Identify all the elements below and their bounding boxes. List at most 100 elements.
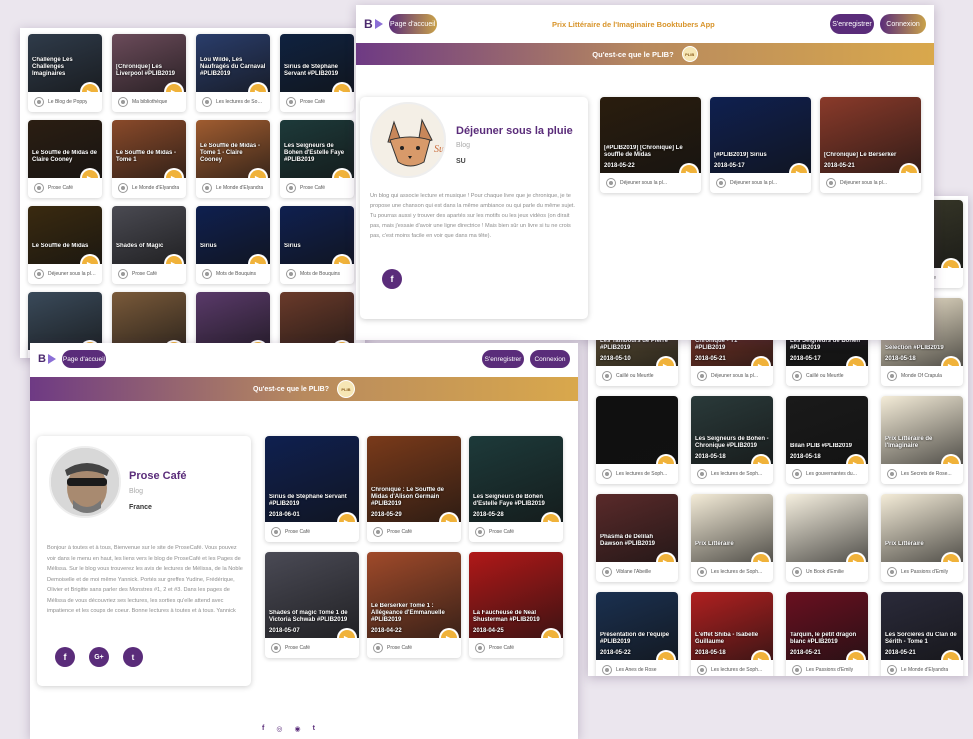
- play-badge-icon[interactable]: ▶: [166, 170, 182, 178]
- book-cover[interactable]: Les Seigneurs de Bohen - Chronique #PLIB…: [691, 396, 773, 464]
- register-button[interactable]: S'enregistrer: [482, 350, 524, 368]
- book-card[interactable]: La Faucheuse de Neal Shusterman #PLIB201…: [469, 552, 563, 658]
- book-card[interactable]: Le Souffle de Midas de Claire Cooney ▶ Pro…: [28, 120, 102, 198]
- book-card[interactable]: Présentation de l'équipe #PLIB2019 2018-0…: [596, 592, 678, 676]
- book-card[interactable]: Sirius de Stéphane Servant #PLIB2019 2018…: [265, 436, 359, 542]
- book-cover[interactable]: Sirius ▶: [196, 206, 270, 264]
- play-badge-icon[interactable]: ▶: [681, 165, 697, 173]
- book-card[interactable]: Les Seigneurs de Bohen d'Estelle Faye #P…: [469, 436, 563, 542]
- google-plus-button[interactable]: G+: [89, 647, 109, 667]
- book-cover[interactable]: Shades of magic Tome 1 de Victoria Schwa…: [265, 552, 359, 638]
- facebook-button[interactable]: f: [382, 269, 402, 289]
- play-badge-icon[interactable]: ▶: [82, 84, 98, 92]
- book-card[interactable]: Tarquin, le petit dragon blanc #PLIB2019…: [786, 592, 868, 676]
- play-badge-icon[interactable]: ▶: [658, 652, 674, 660]
- play-badge-icon[interactable]: ▶: [848, 456, 864, 464]
- play-badge-icon[interactable]: ▶: [901, 165, 917, 173]
- book-card[interactable]: Le Souffle de Midas ▶ Déjeuner sous la plu…: [28, 206, 102, 284]
- book-card[interactable]: ▶ Un Book d'Emilie: [786, 494, 868, 582]
- plib-banner[interactable]: Qu'est-ce que le PLIB? PLIB: [356, 43, 934, 65]
- book-cover[interactable]: Prix Littéraire ▶: [881, 494, 963, 562]
- play-badge-icon[interactable]: ▶: [943, 456, 959, 464]
- play-badge-icon[interactable]: ▶: [753, 358, 769, 366]
- book-cover[interactable]: Phasma de Delilah Dawson #PLIB2019 ▶: [596, 494, 678, 562]
- play-badge-icon[interactable]: ▶: [753, 456, 769, 464]
- play-badge-icon[interactable]: ▶: [334, 256, 350, 264]
- play-badge-icon[interactable]: ▶: [791, 165, 807, 173]
- play-badge-icon[interactable]: ▶: [334, 84, 350, 92]
- book-cover[interactable]: [Chronique] Le Berserker 2018-05-21 ▶: [820, 97, 921, 173]
- play-badge-icon[interactable]: ▶: [441, 630, 457, 638]
- book-cover[interactable]: [#PLIB2019] Sirius 2018-05-17 ▶: [710, 97, 811, 173]
- book-cover[interactable]: ▶: [28, 292, 102, 350]
- play-badge-icon[interactable]: ▶: [82, 256, 98, 264]
- book-cover[interactable]: Les Seigneurs de Bohen d'Estelle Faye #P…: [280, 120, 354, 178]
- book-cover[interactable]: L'effet Shiba - Isabelle Guillaume 2018-0…: [691, 592, 773, 660]
- play-badge-icon[interactable]: ▶: [753, 554, 769, 562]
- book-cover[interactable]: ▶: [112, 292, 186, 350]
- book-card[interactable]: [#PLIB2019] Sirius 2018-05-17 ▶ Déjeuner so…: [710, 97, 811, 193]
- play-badge-icon[interactable]: ▶: [82, 170, 98, 178]
- plib-banner[interactable]: Qu'est-ce que le PLIB? PLIB: [30, 377, 578, 401]
- book-cover[interactable]: Prix Littéraire ▶: [691, 494, 773, 562]
- book-cover[interactable]: Présentation de l'équipe #PLIB2019 2018-0…: [596, 592, 678, 660]
- book-card[interactable]: Phasma de Delilah Dawson #PLIB2019 ▶ Vibla…: [596, 494, 678, 582]
- book-cover[interactable]: Sirius de Stéphane Servant #PLIB2019 2018…: [265, 436, 359, 522]
- twitter-icon[interactable]: t: [313, 725, 315, 733]
- play-badge-icon[interactable]: ▶: [658, 358, 674, 366]
- play-badge-icon[interactable]: ▶: [250, 170, 266, 178]
- book-card[interactable]: Lou Wilde, Les Naufragés du Carnaval #PL…: [196, 34, 270, 112]
- play-badge-icon[interactable]: ▶: [658, 554, 674, 562]
- book-cover[interactable]: Tarquin, le petit dragon blanc #PLIB2019…: [786, 592, 868, 660]
- book-card[interactable]: ▶ Les lectures de Soph...: [596, 396, 678, 484]
- book-card[interactable]: Prix Littéraire ▶ Les Passions d'Emily: [881, 494, 963, 582]
- book-cover[interactable]: Le Souffle de Midas - Tome 1 ▶: [112, 120, 186, 178]
- play-badge-icon[interactable]: ▶: [543, 630, 559, 638]
- play-badge-icon[interactable]: ▶: [943, 554, 959, 562]
- play-badge-icon[interactable]: ▶: [943, 652, 959, 660]
- instagram-alt-icon[interactable]: ◉: [294, 725, 300, 733]
- play-badge-icon[interactable]: ▶: [166, 256, 182, 264]
- book-card[interactable]: [Chronique] Les Liverpool #PLIB2019 ▶ Ma b…: [112, 34, 186, 112]
- login-button[interactable]: Connexion: [880, 14, 926, 34]
- play-badge-icon[interactable]: ▶: [250, 256, 266, 264]
- book-card[interactable]: Les Seigneurs de Bohen d'Estelle Faye #P…: [280, 120, 354, 198]
- book-card[interactable]: [#PLIB2019] [Chronique] Le souffle de Mi…: [600, 97, 701, 193]
- book-cover[interactable]: ▶: [196, 292, 270, 350]
- play-badge-icon[interactable]: ▶: [943, 358, 959, 366]
- instagram-icon[interactable]: ◎: [276, 725, 282, 733]
- facebook-icon[interactable]: f: [262, 725, 264, 733]
- play-badge-icon[interactable]: ▶: [543, 514, 559, 522]
- register-button[interactable]: S'enregistrer: [830, 14, 874, 34]
- book-card[interactable]: Les Sorcières du Clan de Sérith - Tome 1…: [881, 592, 963, 676]
- book-cover[interactable]: Lou Wilde, Les Naufragés du Carnaval #PL…: [196, 34, 270, 92]
- book-cover[interactable]: [Chronique] Les Liverpool #PLIB2019 ▶: [112, 34, 186, 92]
- play-badge-icon[interactable]: ▶: [166, 84, 182, 92]
- book-cover[interactable]: Le Souffle de Midas de Claire Cooney ▶: [28, 120, 102, 178]
- book-card[interactable]: Challenge Les Challenges Imaginaires ▶ Le …: [28, 34, 102, 112]
- play-badge-icon[interactable]: ▶: [339, 514, 355, 522]
- book-card[interactable]: Prix Littéraire ▶ Les lectures de Soph...: [691, 494, 773, 582]
- play-badge-icon[interactable]: ▶: [334, 170, 350, 178]
- book-card[interactable]: [Chronique] Le Berserker 2018-05-21 ▶ Déjeu…: [820, 97, 921, 193]
- book-cover[interactable]: Les Sorcières du Clan de Sérith - Tome 1…: [881, 592, 963, 660]
- book-cover[interactable]: Prix Littéraire de l'Imaginaire ▶: [881, 396, 963, 464]
- book-card[interactable]: Le Berserker Tome 1 : Allégeance d'Emman…: [367, 552, 461, 658]
- login-button[interactable]: Connexion: [530, 350, 570, 368]
- play-badge-icon[interactable]: ▶: [658, 456, 674, 464]
- book-card[interactable]: L'effet Shiba - Isabelle Guillaume 2018-0…: [691, 592, 773, 676]
- home-button[interactable]: Page d'accueil: [61, 350, 106, 368]
- book-cover[interactable]: [#PLIB2019] [Chronique] Le souffle de Mi…: [600, 97, 701, 173]
- book-cover[interactable]: ▶: [280, 292, 354, 350]
- play-badge-icon[interactable]: ▶: [848, 554, 864, 562]
- book-card[interactable]: Sirius ▶ Mots de Bouquins: [196, 206, 270, 284]
- book-cover[interactable]: Le Souffle de Midas ▶: [28, 206, 102, 264]
- book-card[interactable]: Shades of Magic ▶ Prose Café: [112, 206, 186, 284]
- book-cover[interactable]: Chronique : Le Souffle de Midas d'Alison…: [367, 436, 461, 522]
- book-cover[interactable]: Le Souffle de Midas - Tome 1 - Claire Co…: [196, 120, 270, 178]
- book-card[interactable]: Chronique : Le Souffle de Midas d'Alison…: [367, 436, 461, 542]
- app-logo[interactable]: B: [38, 353, 56, 365]
- book-cover[interactable]: ▶: [596, 396, 678, 464]
- play-badge-icon[interactable]: ▶: [441, 514, 457, 522]
- play-badge-icon[interactable]: ▶: [848, 358, 864, 366]
